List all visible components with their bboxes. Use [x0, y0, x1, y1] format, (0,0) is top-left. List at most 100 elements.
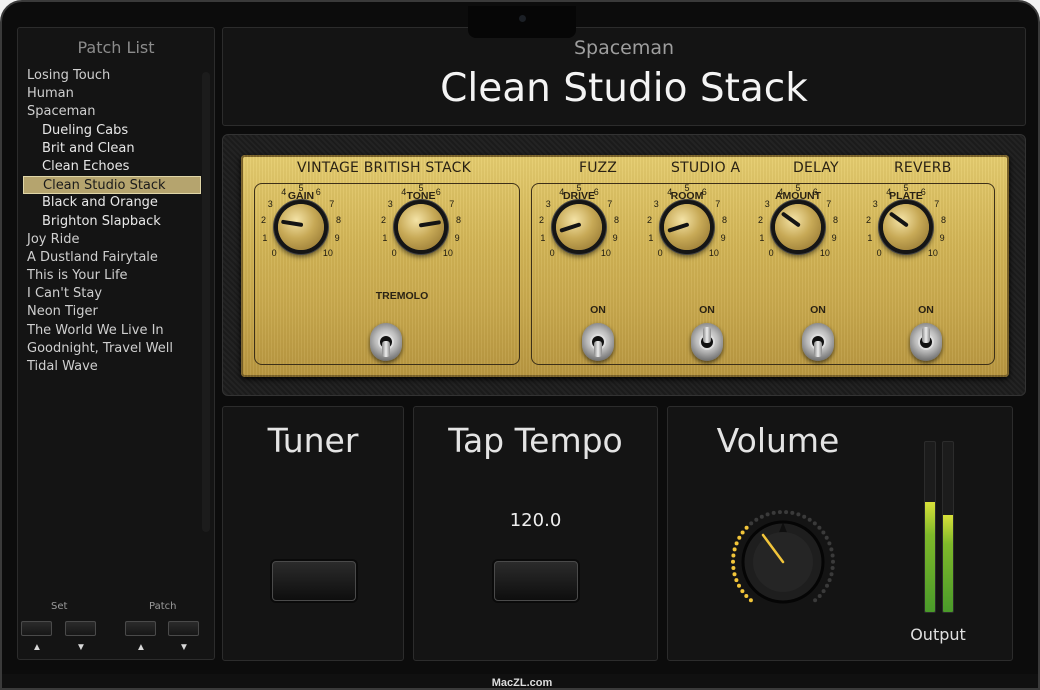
room-toggle[interactable]	[691, 323, 723, 361]
patch-up-arrow-icon: ▲	[136, 642, 146, 653]
knob-tick-label: 9	[612, 232, 618, 243]
tuner-footswitch[interactable]	[272, 561, 356, 601]
knob-tick-label: 7	[607, 198, 613, 209]
patch-list-item[interactable]: Losing Touch	[23, 67, 201, 85]
patch-list-item[interactable]: The World We Live In	[23, 322, 201, 340]
patch-list-item[interactable]: This is Your Life	[23, 267, 201, 285]
set-down-arrow-icon: ▼	[76, 642, 86, 653]
tuner-panel: Tuner	[222, 406, 404, 661]
knob-pointer	[418, 220, 442, 228]
patch-list-item[interactable]: Spaceman	[23, 103, 201, 121]
knob-tick-label: 0	[271, 247, 277, 258]
set-up-button[interactable]	[21, 621, 52, 636]
knob-tick-label: 4	[401, 187, 407, 198]
tap-tempo-footswitch[interactable]	[494, 561, 578, 601]
patch-list-item[interactable]: Joy Ride	[23, 231, 201, 249]
patch-list-item[interactable]: Clean Echoes	[23, 158, 201, 176]
reverb-on-label: ON	[918, 304, 934, 316]
knob-tick-label: 3	[764, 198, 770, 209]
knob-pointer	[780, 211, 801, 228]
set-down-button[interactable]	[65, 621, 96, 636]
patch-up-button[interactable]	[125, 621, 156, 636]
knob-pointer	[559, 222, 582, 233]
knob-plate[interactable]	[883, 204, 929, 250]
patch-list-item[interactable]: Tidal Wave	[23, 358, 201, 376]
knob-tick-label: 8	[833, 215, 839, 226]
patch-list: Losing Touch Human Spaceman Dueling Cabs Bri…	[23, 67, 201, 376]
fuzz-on-label: ON	[590, 304, 606, 316]
knob-tick-label: 10	[708, 247, 719, 258]
patch-list-item[interactable]: Goodnight, Travel Well	[23, 340, 201, 358]
knob-tick-label: 4	[559, 187, 565, 198]
knob-tick-label: 6	[701, 187, 707, 198]
knob-tick-label: 10	[927, 247, 938, 258]
knob-tick-label: 2	[380, 215, 386, 226]
knob-tick-label: 8	[336, 215, 342, 226]
watermark: MacZL.com	[2, 674, 1038, 688]
knob-tick-label: 2	[757, 215, 763, 226]
volume-title: Volume	[716, 421, 840, 460]
knob-tick-label: 4	[886, 187, 892, 198]
knob-drive[interactable]	[556, 204, 602, 250]
delay-label: DELAY	[793, 160, 839, 176]
patch-list-item[interactable]: A Dustland Fairytale	[23, 249, 201, 267]
knob-tick-label: 7	[826, 198, 832, 209]
knob-tick-label: 1	[759, 232, 765, 243]
knob-gain[interactable]	[278, 204, 324, 250]
knob-pointer	[667, 222, 690, 233]
patch-list-item[interactable]: I Can't Stay	[23, 285, 201, 303]
tap-tempo-panel: Tap Tempo 120.0	[413, 406, 658, 661]
knob-tick-label: 8	[941, 215, 947, 226]
knob-tick-label: 6	[435, 187, 441, 198]
volume-knob[interactable]	[728, 507, 838, 617]
knob-tick-label: 10	[442, 247, 453, 258]
patch-list-item[interactable]: Brit and Clean	[23, 140, 201, 158]
knob-tick-label: 2	[865, 215, 871, 226]
knob-tick-label: 9	[454, 232, 460, 243]
reverb-toggle[interactable]	[910, 323, 942, 361]
preset-bank-name: Spaceman	[573, 37, 675, 59]
knob-tick-label: 5	[684, 183, 690, 193]
knob-tick-label: 7	[715, 198, 721, 209]
knob-tick-label: 5	[576, 183, 582, 193]
fuzz-toggle[interactable]	[582, 323, 614, 361]
patch-list-item[interactable]: Clean Studio Stack	[23, 176, 201, 195]
knob-tick-label: 8	[722, 215, 728, 226]
patch-down-button[interactable]	[168, 621, 199, 636]
room-on-label: ON	[699, 304, 715, 316]
patch-list-item[interactable]: Neon Tiger	[23, 303, 201, 321]
patch-down-arrow-icon: ▼	[179, 642, 189, 653]
knob-tick-label: 9	[831, 232, 837, 243]
tempo-value: 120.0	[509, 510, 562, 531]
knob-amount[interactable]	[775, 204, 821, 250]
knob-tick-label: 8	[456, 215, 462, 226]
patch-list-item[interactable]: Dueling Cabs	[23, 122, 201, 140]
amp-panel: VINTAGE BRITISH STACK FUZZ STUDIO A DELA…	[222, 134, 1026, 396]
knob-tick-label: 1	[382, 232, 388, 243]
patch-list-item[interactable]: Black and Orange	[23, 194, 201, 212]
output-label: Output	[910, 625, 966, 644]
knob-room[interactable]	[664, 204, 710, 250]
knob-tick-label: 9	[334, 232, 340, 243]
tremolo-toggle[interactable]	[370, 323, 402, 361]
patch-list-item[interactable]: Brighton Slapback	[23, 213, 201, 231]
amp-model-label: VINTAGE BRITISH STACK	[297, 160, 471, 176]
knob-tick-label: 3	[872, 198, 878, 209]
knob-tick-label: 3	[653, 198, 659, 209]
knob-tone[interactable]	[398, 204, 444, 250]
knob-tick-label: 9	[939, 232, 945, 243]
knob-tick-label: 5	[418, 183, 424, 193]
knob-tick-label: 7	[329, 198, 335, 209]
patch-list-item[interactable]: Human	[23, 85, 201, 103]
amp-faceplate: VINTAGE BRITISH STACK FUZZ STUDIO A DELA…	[241, 155, 1009, 377]
knob-tick-label: 7	[449, 198, 455, 209]
preset-header: Spaceman Clean Studio Stack	[222, 27, 1026, 126]
knob-pointer	[280, 220, 304, 228]
knob-tick-label: 7	[934, 198, 940, 209]
knob-tick-label: 0	[657, 247, 663, 258]
knob-tick-label: 2	[646, 215, 652, 226]
knob-tick-label: 5	[795, 183, 801, 193]
knob-tick-label: 2	[538, 215, 544, 226]
patch-list-scrollbar[interactable]	[202, 72, 210, 532]
delay-toggle[interactable]	[802, 323, 834, 361]
